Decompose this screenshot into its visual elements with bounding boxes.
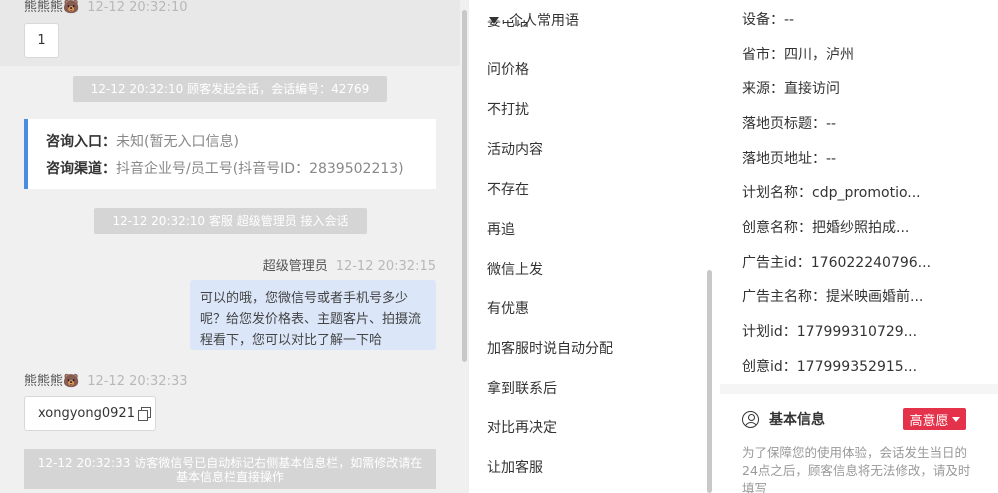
info-landing-url: 落地页地址：-- [742, 151, 837, 167]
phrase-item[interactable]: 不打扰 [487, 99, 529, 119]
phrase-item[interactable]: 活动内容 [487, 139, 543, 159]
basic-info-title: 基本信息 [769, 412, 825, 428]
workspace: 熊熊熊🐻 12-12 20:32:10 1 12-12 20:32:10 顾客发起… [0, 0, 998, 493]
visitor-message[interactable]: 1 [24, 23, 59, 58]
phrase-item[interactable]: 对比再决定 [487, 417, 557, 437]
bear-avatar-icon: 🐻 [63, 0, 80, 15]
info-advertiser-name: 广告主名称：提米映画婚前... [742, 289, 924, 305]
info-creative-id: 创意id：177999352915... [742, 359, 918, 375]
info-device: 设备：-- [742, 12, 795, 28]
phrase-item[interactable]: 再追 [487, 219, 515, 239]
message-time: 12-12 20:32:33 [87, 374, 188, 389]
phrase-item[interactable]: 加客服时说自动分配 [487, 338, 613, 358]
consult-channel-value: 抖音企业号/员工号(抖音号ID：2839502213) [116, 161, 404, 177]
agent-name: 超级管理员 [262, 259, 328, 274]
agent-message[interactable]: 可以的哦，您微信号或者手机号多少呢？给您发价格表、主题客片、拍摄流程看下，您可以… [190, 280, 436, 350]
intent-dropdown[interactable]: 高意愿 [903, 408, 966, 430]
intent-label: 高意愿 [909, 413, 949, 429]
phrase-item[interactable]: 不存在 [487, 179, 529, 199]
info-advertiser-id: 广告主id：176022240796... [742, 255, 932, 271]
phrase-item[interactable]: 问价格 [487, 59, 529, 79]
info-plan-id: 计划id：177999310729... [742, 324, 918, 340]
phrase-item[interactable]: 让加客服 [487, 457, 543, 477]
message-time: 12-12 20:32:10 [87, 0, 188, 15]
consult-entry-value: 未知(暂无入口信息) [116, 134, 239, 150]
phrase-group-header[interactable]: 个人常用语 [489, 10, 579, 30]
phrase-item[interactable]: 有优惠 [487, 298, 529, 318]
system-notice-start: 12-12 20:32:10 顾客发起会话，会话编号：42769 [73, 76, 387, 102]
info-province: 省市：四川，泸州 [742, 47, 854, 63]
consult-channel: 咨询渠道：抖音企业号/员工号(抖音号ID：2839502213) [46, 156, 436, 183]
info-source: 来源：直接访问 [742, 81, 840, 97]
copy-icon[interactable] [137, 407, 151, 421]
caret-down-icon [489, 16, 499, 24]
bear-avatar-icon: 🐻 [63, 374, 80, 389]
visitor-meta: 熊熊熊🐻 12-12 20:32:10 [24, 0, 188, 15]
basic-info-header: 基本信息 [742, 409, 825, 429]
section-divider [720, 384, 998, 394]
visitor-message[interactable]: xongyong0921 [24, 396, 156, 431]
phrases-scrollbar[interactable] [707, 270, 712, 493]
visitor-meta: 熊熊熊🐻 12-12 20:32:33 [24, 370, 188, 389]
message-text: xongyong0921 [38, 406, 135, 421]
consult-entry: 咨询入口：未知(暂无入口信息) [46, 129, 436, 156]
consult-channel-label: 咨询渠道： [46, 161, 116, 177]
agent-meta: 超级管理员 12-12 20:32:15 [263, 255, 436, 274]
info-creative-name: 创意名称：把婚纱照拍成... [742, 220, 910, 236]
message-text: 1 [37, 33, 46, 48]
phrase-item[interactable]: 拿到联系后 [487, 378, 557, 398]
system-notice-wechat: 12-12 20:32:33 访客微信号已自动标记右侧基本信息栏，如需修改请在基… [24, 449, 436, 489]
phrase-item[interactable]: 微信上发 [487, 259, 543, 279]
chat-panel: 熊熊熊🐻 12-12 20:32:10 1 12-12 20:32:10 顾客发起… [0, 0, 468, 493]
user-icon [742, 410, 759, 428]
customer-info-panel: 设备：-- 省市：四川，泸州 来源：直接访问 落地页标题：-- 落地页地址：--… [720, 0, 998, 493]
consult-info-card: 咨询入口：未知(暂无入口信息) 咨询渠道：抖音企业号/员工号(抖音号ID：283… [24, 119, 436, 189]
edit-notice: 为了保障您的使用体验，会话发生当日的24点之后，顾客信息将无法修改，请及时填写 [742, 445, 971, 493]
phrase-group-title: 个人常用语 [509, 13, 579, 29]
info-landing-title: 落地页标题：-- [742, 116, 837, 132]
chat-scrollbar[interactable] [462, 10, 467, 362]
visitor-name: 熊熊熊 [24, 374, 64, 389]
info-plan-name: 计划名称：cdp_promotio... [742, 185, 921, 201]
visitor-name: 熊熊熊 [24, 0, 64, 15]
message-time: 12-12 20:32:15 [335, 259, 436, 274]
consult-entry-label: 咨询入口： [46, 134, 116, 150]
system-notice-join: 12-12 20:32:10 客服 超级管理员 接入会话 [94, 208, 367, 234]
caret-down-icon [951, 416, 960, 422]
phrases-panel: 要电话 个人常用语 问价格 不打扰 活动内容 不存在 再追 微信上发 有优惠 加… [468, 0, 721, 493]
